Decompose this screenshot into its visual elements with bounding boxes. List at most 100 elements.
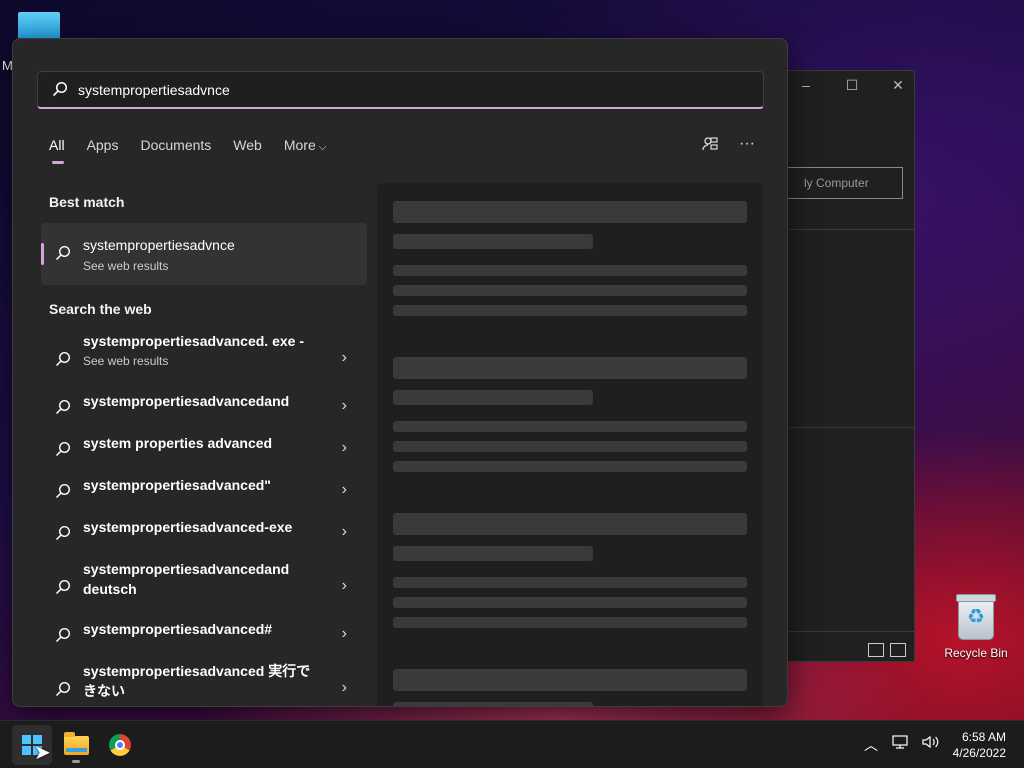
skeleton-bar bbox=[393, 702, 593, 706]
web-suggestion-item[interactable]: systempropertiesadvanced# › bbox=[41, 619, 367, 651]
more-options-icon[interactable]: ··· bbox=[739, 135, 755, 158]
skeleton-bar bbox=[393, 305, 747, 316]
divider bbox=[789, 229, 914, 230]
clock[interactable]: 6:58 AM 4/26/2022 bbox=[953, 729, 1006, 761]
recycle-bin-icon: ♻ bbox=[956, 594, 996, 640]
skeleton-bar bbox=[393, 513, 747, 535]
skeleton-bar bbox=[393, 669, 747, 691]
best-match-title: systempropertiesadvnce bbox=[83, 237, 235, 253]
web-suggestion-text: system properties advanced bbox=[83, 433, 323, 453]
close-button[interactable]: ✕ bbox=[890, 77, 906, 94]
skeleton-bar bbox=[393, 285, 747, 296]
chrome-icon bbox=[109, 734, 131, 756]
chevron-right-icon[interactable]: › bbox=[342, 625, 347, 643]
skeleton-bar bbox=[393, 617, 747, 628]
file-explorer-button[interactable] bbox=[56, 725, 96, 765]
tab-all[interactable]: All bbox=[49, 137, 65, 164]
tab-more[interactable]: More ⌵ bbox=[284, 137, 327, 153]
skeleton-bar bbox=[393, 577, 747, 588]
search-box[interactable] bbox=[37, 71, 764, 109]
search-icon bbox=[52, 81, 68, 97]
folder-icon bbox=[64, 732, 89, 755]
chevron-right-icon[interactable]: › bbox=[342, 577, 347, 595]
web-suggestion-text: systempropertiesadvanced. exe - See web r… bbox=[83, 331, 323, 371]
skeleton-bar bbox=[393, 390, 593, 405]
search-icon bbox=[55, 681, 71, 697]
tab-web[interactable]: Web bbox=[233, 137, 262, 153]
running-indicator bbox=[72, 760, 80, 763]
web-suggestion-item[interactable]: systempropertiesadvanced. exe - See web r… bbox=[41, 331, 367, 383]
tab-apps[interactable]: Apps bbox=[87, 137, 119, 153]
chevron-right-icon[interactable]: › bbox=[342, 349, 347, 367]
best-match-subtitle: See web results bbox=[83, 259, 169, 273]
web-suggestion-label: systempropertiesadvanced# bbox=[83, 621, 273, 637]
web-suggestion-label: systempropertiesadvanced 実行できない bbox=[83, 663, 311, 699]
chevron-right-icon[interactable]: › bbox=[342, 481, 347, 499]
volume-icon[interactable] bbox=[922, 735, 940, 755]
best-match-item[interactable]: systempropertiesadvnce See web results bbox=[41, 223, 367, 285]
recycle-bin-label: Recycle Bin bbox=[944, 646, 1008, 660]
skeleton-bar bbox=[393, 357, 747, 379]
search-icon bbox=[55, 245, 71, 261]
taskbar: ➤ ︿ 6:58 AM 4/26/2022 bbox=[0, 720, 1024, 768]
web-suggestion-text: systempropertiesadvancedand deutsch bbox=[83, 559, 323, 599]
web-suggestion-text: systempropertiesadvanced" bbox=[83, 475, 323, 495]
selection-indicator bbox=[41, 243, 44, 265]
web-suggestion-label: system properties advanced bbox=[83, 435, 273, 451]
divider bbox=[789, 427, 914, 428]
chevron-right-icon[interactable]: › bbox=[342, 523, 347, 541]
start-button[interactable]: ➤ bbox=[12, 725, 52, 765]
search-icon bbox=[55, 351, 71, 367]
computer-button[interactable]: ly Computer bbox=[781, 167, 903, 199]
skeleton-bar bbox=[393, 597, 747, 608]
skeleton-bar bbox=[393, 234, 593, 249]
minimize-button[interactable]: – bbox=[798, 77, 814, 94]
skeleton-bar bbox=[393, 461, 747, 472]
web-suggestion-label: systempropertiesadvanced" bbox=[83, 477, 271, 493]
chevron-right-icon[interactable]: › bbox=[342, 397, 347, 415]
search-icon bbox=[55, 399, 71, 415]
network-icon[interactable] bbox=[892, 735, 908, 755]
web-suggestion-item[interactable]: systempropertiesadvancedand › bbox=[41, 391, 367, 423]
skeleton-bar bbox=[393, 421, 747, 432]
clock-time: 6:58 AM bbox=[961, 730, 1006, 744]
system-tray: ︿ bbox=[864, 735, 940, 755]
chrome-button[interactable] bbox=[100, 725, 140, 765]
divider bbox=[789, 631, 914, 632]
people-search-icon[interactable] bbox=[701, 135, 719, 158]
web-suggestion-label: systempropertiesadvancedand deutsch bbox=[83, 561, 290, 597]
search-icon bbox=[55, 579, 71, 595]
search-tabs: All Apps Documents Web More ⌵ bbox=[49, 137, 348, 164]
tiles-view-icon[interactable] bbox=[890, 643, 906, 657]
recycle-bin[interactable]: ♻ Recycle Bin bbox=[940, 594, 1012, 660]
search-web-heading: Search the web bbox=[49, 301, 152, 317]
chevron-right-icon[interactable]: › bbox=[342, 679, 347, 697]
web-suggestion-sub: See web results bbox=[83, 354, 169, 368]
web-suggestion-text: systempropertiesadvanced# bbox=[83, 619, 323, 639]
web-suggestion-item[interactable]: system properties advanced › bbox=[41, 433, 367, 465]
chevron-down-icon: ⌵ bbox=[318, 142, 327, 153]
search-icon bbox=[55, 525, 71, 541]
web-suggestion-item[interactable]: systempropertiesadvanced 実行できない › bbox=[41, 661, 367, 706]
tab-documents[interactable]: Documents bbox=[140, 137, 211, 153]
web-suggestion-item[interactable]: systempropertiesadvanced" › bbox=[41, 475, 367, 507]
web-suggestion-item[interactable]: systempropertiesadvancedand deutsch › bbox=[41, 559, 367, 611]
tab-more-label: More bbox=[283, 137, 316, 153]
best-match-heading: Best match bbox=[49, 194, 125, 210]
web-suggestion-item[interactable]: systempropertiesadvanced-exe › bbox=[41, 517, 367, 549]
search-icon bbox=[55, 627, 71, 643]
skeleton-bar bbox=[393, 441, 747, 452]
search-icon bbox=[55, 441, 71, 457]
web-suggestion-label: systempropertiesadvancedand bbox=[83, 393, 290, 409]
web-suggestion-label: systempropertiesadvanced. exe - bbox=[83, 333, 304, 349]
search-icon bbox=[55, 483, 71, 499]
chevron-right-icon[interactable]: › bbox=[342, 439, 347, 457]
search-panel: All Apps Documents Web More⌵ ··· Best ma… bbox=[12, 38, 788, 707]
web-suggestion-text: systempropertiesadvancedand bbox=[83, 391, 323, 411]
details-view-icon[interactable] bbox=[868, 643, 884, 657]
chevron-up-icon[interactable]: ︿ bbox=[864, 735, 878, 755]
web-suggestion-label: systempropertiesadvanced-exe bbox=[83, 519, 293, 535]
web-suggestion-text: systempropertiesadvanced 実行できない bbox=[83, 661, 323, 701]
maximize-button[interactable]: ☐ bbox=[844, 77, 860, 94]
search-input[interactable] bbox=[78, 78, 748, 102]
